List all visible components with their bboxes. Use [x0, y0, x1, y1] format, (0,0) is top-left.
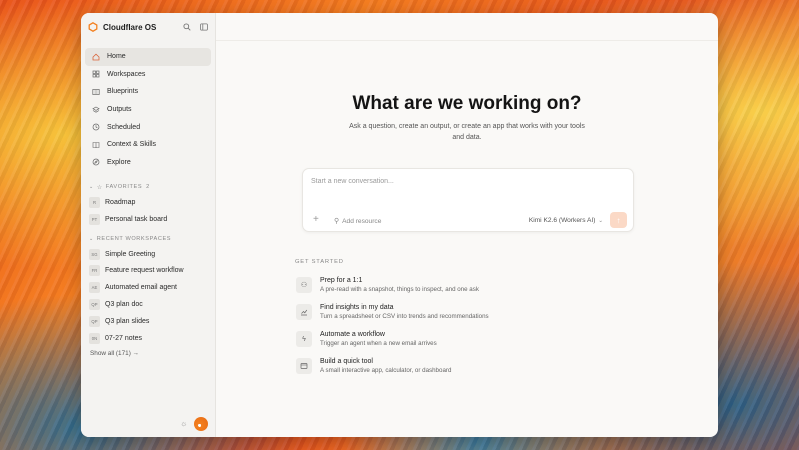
app-window: Cloudflare OS Home Workspaces Blueprints…: [81, 13, 718, 437]
nav-item-blueprints[interactable]: Blueprints: [85, 83, 211, 101]
layers-icon: [91, 105, 100, 114]
sidebar-footer: ☼: [180, 417, 208, 431]
recent-item[interactable]: QP Q3 plan doc: [81, 296, 215, 313]
get-started-item[interactable]: Find insights in my data Turn a spreadsh…: [296, 303, 596, 330]
get-started-title: Prep for a 1:1: [320, 277, 363, 284]
favorites-count: 2: [146, 184, 150, 191]
clock-icon: [91, 123, 100, 132]
favorite-label: Roadmap: [105, 199, 136, 207]
get-started-desc: Turn a spreadsheet or CSV into trends an…: [320, 313, 489, 320]
main-content: What are we working on? Ask a question, …: [216, 13, 718, 437]
recent-item[interactable]: AE Automated email agent: [81, 279, 215, 296]
recent-item-label: Q3 plan doc: [105, 301, 143, 309]
get-started-title: Find insights in my data: [320, 304, 394, 311]
recent-item-label: Simple Greeting: [105, 250, 156, 258]
favorites-label: FAVORITES: [105, 184, 143, 191]
get-started-item[interactable]: ϟ Automate a workflow Trigger an agent w…: [296, 330, 596, 357]
workspace-badge: QP: [89, 315, 100, 327]
get-started-item[interactable]: ⚇ Prep for a 1:1 A pre-read with a snaps…: [296, 276, 596, 303]
workspace-badge: 0N: [89, 332, 100, 344]
paperclip-icon: ⚲: [334, 218, 340, 225]
get-started-list: ⚇ Prep for a 1:1 A pre-read with a snaps…: [296, 276, 596, 384]
chart-icon: [296, 304, 312, 320]
add-resource-button[interactable]: ⚲ Add resource: [334, 217, 382, 226]
show-all-link[interactable]: Show all (171) →: [81, 348, 215, 360]
nav-label: Blueprints: [107, 88, 139, 96]
page-subtitle: Ask a question, create an output, or cre…: [349, 123, 585, 141]
get-started-item[interactable]: Build a quick tool A small interactive a…: [296, 357, 596, 384]
grid-icon: [91, 70, 100, 79]
get-started-title: Build a quick tool: [320, 358, 373, 365]
nav-item-scheduled[interactable]: Scheduled: [85, 118, 211, 136]
chevron-down-icon: ⌄: [598, 218, 603, 224]
get-started-title: Automate a workflow: [320, 331, 385, 338]
workspace-badge: FR: [89, 265, 100, 277]
search-icon[interactable]: [182, 22, 192, 32]
compass-icon: [91, 158, 100, 167]
workspace-badge: QP: [89, 299, 100, 311]
home-icon: [91, 52, 100, 61]
favorite-label: Personal task board: [105, 215, 168, 223]
get-started-desc: A small interactive app, calculator, or …: [320, 367, 452, 374]
sidebar-header: Cloudflare OS: [81, 13, 215, 41]
nav-label: Home: [107, 53, 126, 61]
plus-icon[interactable]: +: [313, 215, 319, 225]
workspace-badge: PT: [89, 213, 100, 225]
page-title: What are we working on?: [352, 93, 582, 114]
get-started-desc: A pre-read with a snapshot, things to in…: [320, 286, 479, 293]
nav-item-home[interactable]: Home: [85, 48, 211, 66]
header-divider: [216, 40, 718, 41]
workspace-badge: SG: [89, 248, 100, 260]
nav-label: Workspaces: [107, 70, 146, 78]
chevron-down-icon: ⌄: [89, 184, 94, 191]
window-icon: [296, 358, 312, 374]
cloudflare-logo-icon: [88, 22, 98, 32]
favorite-item-personal-task-board[interactable]: PT Personal task board: [81, 211, 215, 228]
recent-item-label: 07-27 notes: [105, 334, 142, 342]
nav-label: Explore: [107, 158, 131, 166]
recent-label: RECENT WORKSPACES: [96, 235, 172, 242]
nav-item-explore[interactable]: Explore: [85, 154, 211, 172]
arrow-up-icon: ↑: [616, 215, 621, 225]
nav-item-outputs[interactable]: Outputs: [85, 101, 211, 119]
favorites-header[interactable]: ⌄ ☆ FAVORITES 2: [81, 180, 215, 194]
star-icon: ☆: [96, 184, 103, 191]
blueprint-icon: [91, 87, 100, 96]
recent-item[interactable]: QP Q3 plan slides: [81, 313, 215, 330]
send-button[interactable]: ↑: [610, 212, 627, 228]
app-title: Cloudflare OS: [103, 22, 157, 32]
model-label: Kimi K2.6 (Workers AI): [528, 217, 596, 224]
chevron-down-icon: ⌄: [89, 235, 94, 242]
model-selector[interactable]: Kimi K2.6 (Workers AI) ⌄: [529, 217, 603, 224]
theme-toggle-icon[interactable]: ☼: [180, 420, 188, 428]
sidebar: Cloudflare OS Home Workspaces Blueprints…: [81, 13, 216, 437]
nav-item-context-skills[interactable]: Context & Skills: [85, 136, 211, 154]
recent-item-label: Feature request workflow: [105, 267, 184, 275]
book-icon: [91, 140, 100, 149]
avatar[interactable]: [194, 417, 208, 431]
favorite-item-roadmap[interactable]: R Roadmap: [81, 194, 215, 211]
get-started-desc: Trigger an agent when a new email arrive…: [320, 340, 437, 347]
nav-label: Context & Skills: [107, 141, 157, 149]
recent-item-label: Automated email agent: [105, 284, 177, 292]
workspace-badge: R: [89, 197, 100, 209]
conversation-input[interactable]: Start a new conversation...: [311, 178, 394, 185]
nav-label: Outputs: [107, 106, 132, 114]
recent-item[interactable]: FR Feature request workflow: [81, 263, 215, 280]
add-resource-label: Add resource: [342, 217, 382, 225]
nav-item-workspaces[interactable]: Workspaces: [85, 66, 211, 84]
recent-item[interactable]: 0N 07-27 notes: [81, 330, 215, 347]
conversation-composer: Start a new conversation... + ⚲ Add reso…: [302, 168, 634, 232]
recent-workspaces-header[interactable]: ⌄ RECENT WORKSPACES: [81, 232, 215, 246]
recent-item[interactable]: SG Simple Greeting: [81, 246, 215, 263]
sidebar-toggle-icon[interactable]: [199, 22, 209, 32]
main-nav: Home Workspaces Blueprints Outputs Sched…: [81, 48, 215, 171]
nav-label: Scheduled: [107, 123, 141, 131]
recent-item-label: Q3 plan slides: [105, 317, 150, 325]
people-icon: ⚇: [296, 277, 312, 293]
get-started-label: GET STARTED: [295, 259, 344, 265]
workspace-badge: AE: [89, 282, 100, 294]
bolt-icon: ϟ: [296, 331, 312, 347]
